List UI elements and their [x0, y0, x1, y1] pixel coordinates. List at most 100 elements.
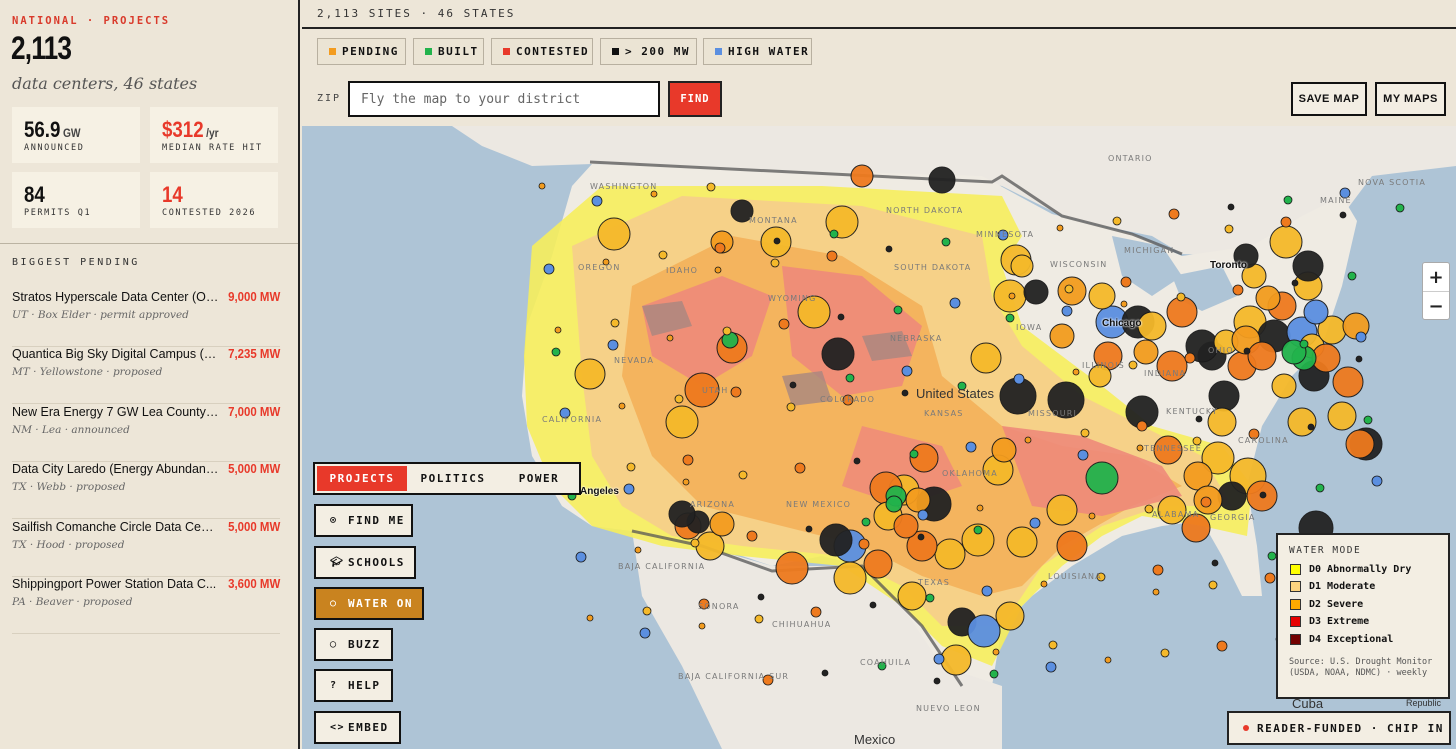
- project-dot[interactable]: [1088, 282, 1116, 310]
- project-dot[interactable]: [1010, 254, 1034, 278]
- project-dot[interactable]: [1247, 341, 1277, 371]
- project-dot[interactable]: [1168, 208, 1180, 220]
- project-dot[interactable]: [1339, 211, 1347, 219]
- pending-item[interactable]: Data City Laredo (Energy Abundance) 5,00…: [12, 461, 280, 519]
- project-dot[interactable]: [639, 627, 651, 639]
- project-dot[interactable]: [650, 190, 658, 198]
- project-dot[interactable]: [933, 653, 945, 665]
- project-dot[interactable]: [1307, 423, 1315, 431]
- project-dot[interactable]: [682, 454, 694, 466]
- tab-projects[interactable]: PROJECTS: [317, 466, 407, 491]
- project-dot[interactable]: [642, 606, 652, 616]
- project-dot[interactable]: [1176, 292, 1186, 302]
- project-dot[interactable]: [901, 365, 913, 377]
- project-dot[interactable]: [757, 593, 765, 601]
- project-dot[interactable]: [1232, 284, 1244, 296]
- project-dot[interactable]: [1195, 415, 1203, 423]
- project-dot[interactable]: [1013, 373, 1025, 385]
- project-dot[interactable]: [714, 266, 722, 274]
- embed-button[interactable]: <> EMBED: [314, 711, 401, 744]
- project-dot[interactable]: [1371, 475, 1383, 487]
- project-dot[interactable]: [853, 457, 861, 465]
- project-dot[interactable]: [586, 614, 594, 622]
- tab-politics[interactable]: POLITICS: [411, 466, 495, 491]
- project-dot[interactable]: [1224, 224, 1234, 234]
- project-dot[interactable]: [658, 250, 668, 260]
- schools-button[interactable]: 🎓︎ SCHOOLS: [314, 546, 416, 579]
- project-dot[interactable]: [1269, 225, 1303, 259]
- project-dot[interactable]: [1345, 429, 1375, 459]
- project-dot[interactable]: [730, 386, 742, 398]
- project-dot[interactable]: [682, 478, 690, 486]
- project-dot[interactable]: [1280, 216, 1292, 228]
- project-dot[interactable]: [1283, 195, 1293, 205]
- project-dot[interactable]: [1120, 276, 1132, 288]
- project-dot[interactable]: [1166, 296, 1198, 328]
- project-dot[interactable]: [845, 373, 855, 383]
- project-dot[interactable]: [738, 470, 748, 480]
- project-dot[interactable]: [1291, 279, 1299, 287]
- project-dot[interactable]: [1152, 564, 1164, 576]
- project-dot[interactable]: [618, 402, 626, 410]
- project-dot[interactable]: [1347, 271, 1357, 281]
- project-dot[interactable]: [1136, 444, 1144, 452]
- project-dot[interactable]: [833, 561, 867, 595]
- filter-pending[interactable]: PENDING: [317, 38, 406, 65]
- pending-item[interactable]: New Era Energy 7 GW Lea County AI ... 7,…: [12, 404, 280, 462]
- project-dot[interactable]: [574, 358, 606, 390]
- project-dot[interactable]: [1072, 368, 1080, 376]
- project-dot[interactable]: [967, 614, 1001, 648]
- pending-item[interactable]: Quantica Big Sky Digital Campus (Br... 7…: [12, 346, 280, 404]
- project-dot[interactable]: [1208, 580, 1218, 590]
- project-dot[interactable]: [981, 585, 993, 597]
- project-dot[interactable]: [610, 318, 620, 328]
- project-dot[interactable]: [973, 525, 983, 535]
- project-dot[interactable]: [869, 601, 877, 609]
- project-dot[interactable]: [666, 334, 674, 342]
- project-dot[interactable]: [1292, 250, 1324, 282]
- project-dot[interactable]: [826, 250, 838, 262]
- project-dot[interactable]: [893, 513, 919, 539]
- project-dot[interactable]: [554, 326, 562, 334]
- project-dot[interactable]: [810, 606, 822, 618]
- project-dot[interactable]: [591, 195, 603, 207]
- project-dot[interactable]: [1088, 512, 1096, 520]
- project-dot[interactable]: [1327, 401, 1357, 431]
- project-dot[interactable]: [1287, 407, 1317, 437]
- help-button[interactable]: ? HELP: [314, 669, 393, 702]
- project-dot[interactable]: [1048, 640, 1058, 650]
- project-dot[interactable]: [1008, 292, 1016, 300]
- project-dot[interactable]: [821, 337, 855, 371]
- project-dot[interactable]: [1243, 347, 1251, 355]
- project-dot[interactable]: [905, 487, 931, 513]
- project-dot[interactable]: [626, 462, 636, 472]
- filter-high-water[interactable]: HIGH WATER: [703, 38, 812, 65]
- project-dot[interactable]: [690, 538, 700, 548]
- project-dot[interactable]: [665, 405, 699, 439]
- project-dot[interactable]: [1216, 640, 1228, 652]
- zoom-in-button[interactable]: +: [1423, 263, 1449, 292]
- project-dot[interactable]: [901, 389, 909, 397]
- project-dot[interactable]: [607, 339, 619, 351]
- project-dot[interactable]: [1040, 580, 1048, 588]
- project-dot[interactable]: [819, 523, 853, 557]
- project-dot[interactable]: [925, 593, 935, 603]
- pending-item[interactable]: Sailfish Comanche Circle Data Cent... 5,…: [12, 519, 280, 577]
- project-dot[interactable]: [1355, 331, 1367, 343]
- project-dot[interactable]: [1005, 313, 1015, 323]
- project-dot[interactable]: [1200, 496, 1212, 508]
- project-dot[interactable]: [885, 495, 903, 513]
- project-dot[interactable]: [1023, 279, 1049, 305]
- project-dot[interactable]: [770, 258, 780, 268]
- project-dot[interactable]: [1133, 339, 1159, 365]
- my-maps-button[interactable]: MY MAPS: [1375, 82, 1446, 116]
- project-dot[interactable]: [775, 551, 809, 585]
- project-dot[interactable]: [1085, 461, 1119, 495]
- project-dot[interactable]: [821, 669, 829, 677]
- project-dot[interactable]: [885, 245, 893, 253]
- project-dot[interactable]: [970, 342, 1002, 374]
- project-dot[interactable]: [1271, 373, 1297, 399]
- project-dot[interactable]: [623, 483, 635, 495]
- project-dot[interactable]: [863, 549, 893, 579]
- project-dot[interactable]: [1315, 483, 1325, 493]
